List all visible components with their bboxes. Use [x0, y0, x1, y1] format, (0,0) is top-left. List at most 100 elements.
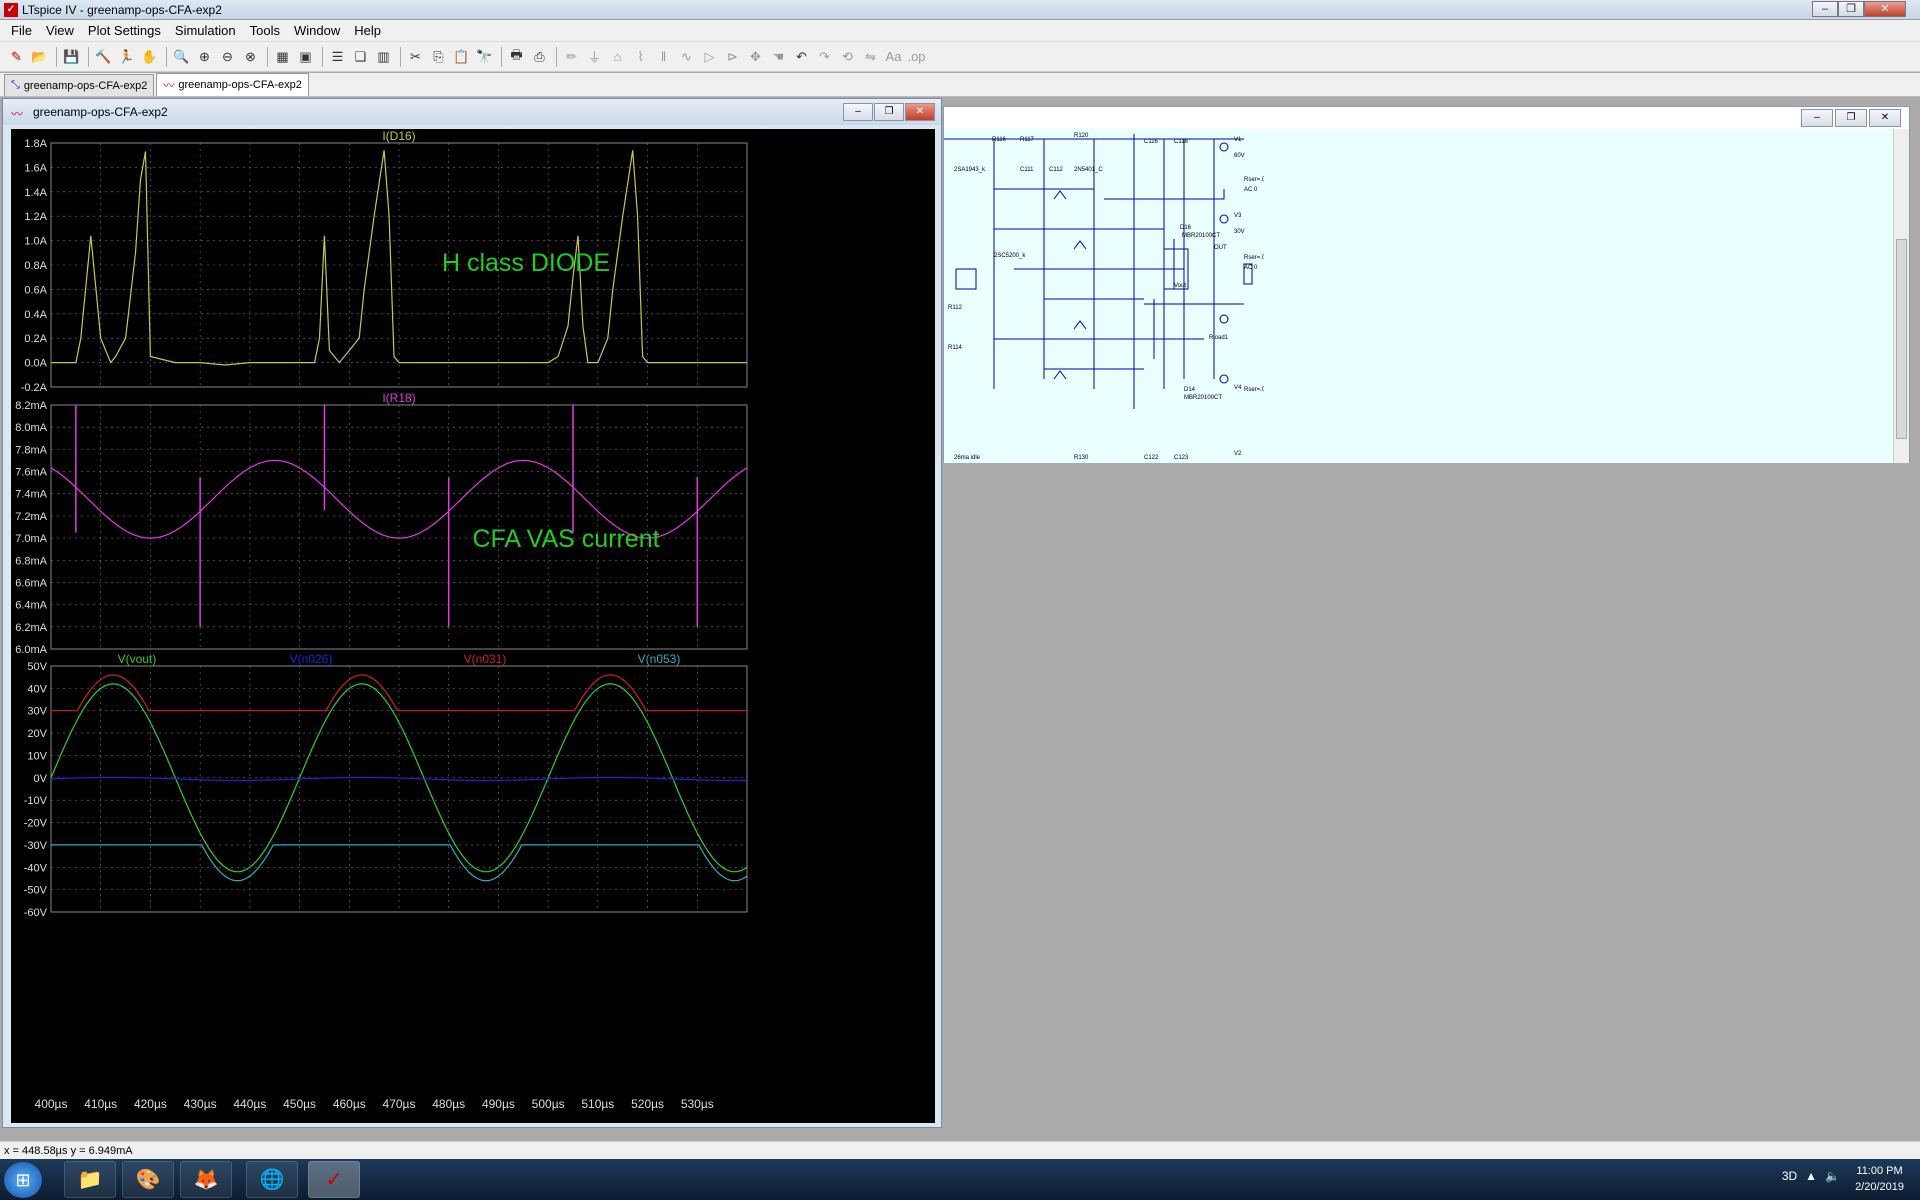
- move-icon[interactable]: ✥: [745, 46, 766, 67]
- scrollbar-thumb[interactable]: [1896, 239, 1907, 439]
- svg-text:R117: R117: [1020, 137, 1035, 143]
- print-setup-icon[interactable]: 🖶: [506, 46, 527, 67]
- zoom-area-icon[interactable]: 🔍: [171, 46, 192, 67]
- schematic-canvas[interactable]: R116 R117 R120 C116 C118 2SA1943_k C111 C112 2N…: [944, 129, 1894, 463]
- zoom-out-icon[interactable]: ⊖: [217, 46, 238, 67]
- menu-simulation[interactable]: Simulation: [168, 23, 243, 38]
- ltspice-taskbar-icon[interactable]: ✓: [308, 1161, 360, 1198]
- open-icon[interactable]: 📂: [29, 46, 50, 67]
- autorange-icon[interactable]: ▦: [272, 46, 293, 67]
- series-legend-label: V(n053): [638, 652, 681, 666]
- minimize-icon[interactable]: –: [1801, 109, 1833, 127]
- svg-text:V2: V2: [1234, 451, 1242, 457]
- svg-text:V1: V1: [1234, 137, 1242, 143]
- menu-tools[interactable]: Tools: [243, 23, 287, 38]
- restore-icon[interactable]: ❐: [874, 103, 904, 121]
- menubar: File View Plot Settings Simulation Tools…: [0, 20, 1920, 42]
- x-tick-label: 460µs: [333, 1097, 366, 1111]
- waveform-window[interactable]: 〰 greenamp-ops-CFA-exp2 – ❐ ✕ 1.8A 1.6A 1.…: [2, 98, 942, 1128]
- menu-plot-settings[interactable]: Plot Settings: [81, 23, 168, 38]
- copy-icon[interactable]: ⎘: [428, 46, 449, 67]
- clock-time: 11:00 PM: [1856, 1165, 1903, 1177]
- resistor-icon[interactable]: ⌇: [630, 46, 651, 67]
- waveform-window-title: greenamp-ops-CFA-exp2: [33, 105, 168, 119]
- y-tick-label: -60V: [24, 907, 48, 919]
- cascade-icon[interactable]: ❏: [350, 46, 371, 67]
- explorer-icon[interactable]: 📁: [64, 1161, 116, 1198]
- schematic-window-controls: – ❐ ✕: [1799, 109, 1901, 127]
- label-net-icon[interactable]: ⌂: [607, 46, 628, 67]
- volume-icon[interactable]: 🔈: [1825, 1169, 1840, 1183]
- capacitor-icon[interactable]: ‖: [653, 46, 674, 67]
- close-icon[interactable]: ✕: [1864, 1, 1906, 17]
- start-button[interactable]: ⊞: [4, 1162, 42, 1198]
- drag-icon[interactable]: ☚: [768, 46, 789, 67]
- waveform-window-titlebar[interactable]: 〰 greenamp-ops-CFA-exp2 – ❐ ✕: [3, 99, 941, 125]
- tile-vertical-icon[interactable]: ▥: [373, 46, 394, 67]
- menu-help[interactable]: Help: [347, 23, 388, 38]
- mirror-icon[interactable]: ⇋: [860, 46, 881, 67]
- y-tick-label: 30V: [27, 706, 47, 718]
- restore-icon[interactable]: ❐: [1835, 109, 1867, 127]
- close-icon[interactable]: ✕: [905, 103, 935, 121]
- paste-icon[interactable]: 📋: [451, 46, 472, 67]
- waveform-icon: 〰: [163, 80, 175, 92]
- y-tick-label: 6.4mA: [15, 600, 47, 612]
- svg-text:MBR20100CT: MBR20100CT: [1182, 233, 1220, 239]
- y-tick-label: 0.8A: [24, 260, 47, 272]
- svg-text:D14: D14: [1184, 387, 1196, 393]
- find-icon[interactable]: 🔭: [474, 46, 495, 67]
- zoom-in-icon[interactable]: ⊕: [194, 46, 215, 67]
- zoom-fit-icon[interactable]: ⊗: [240, 46, 261, 67]
- cut-icon[interactable]: ✂: [405, 46, 426, 67]
- minimize-icon[interactable]: –: [843, 103, 873, 121]
- series-legend-label: V(n031): [464, 652, 507, 666]
- close-icon[interactable]: ✕: [1869, 109, 1901, 127]
- tile-horizontal-icon[interactable]: ☰: [327, 46, 348, 67]
- inductor-icon[interactable]: ∿: [676, 46, 697, 67]
- rotate-icon[interactable]: ⟲: [837, 46, 858, 67]
- new-schematic-icon[interactable]: ✎: [6, 46, 27, 67]
- ground-icon[interactable]: ⏚: [584, 46, 605, 67]
- undo-icon[interactable]: ↶: [791, 46, 812, 67]
- clock[interactable]: 11:00 PM 2/20/2019: [1855, 1163, 1904, 1195]
- halt-icon[interactable]: ✋: [139, 46, 160, 67]
- spice-directive-icon[interactable]: .op: [906, 46, 927, 67]
- svg-text:26ma idle: 26ma idle: [954, 455, 981, 461]
- run-icon[interactable]: 🏃: [116, 46, 137, 67]
- firefox-icon[interactable]: 🦊: [180, 1161, 232, 1198]
- redo-icon[interactable]: ↷: [814, 46, 835, 67]
- svg-text:C112: C112: [1049, 167, 1064, 173]
- schematic-window[interactable]: – ❐ ✕ R116 R117 R120 C116 C118 2SA1943_k C111…: [943, 106, 1910, 463]
- y-tick-label: 40V: [27, 683, 47, 695]
- schematic-scrollbar[interactable]: [1893, 129, 1909, 463]
- svg-text:Rser=.06: Rser=.06: [1244, 177, 1264, 183]
- tab-schematic[interactable]: ⤡ greenamp-ops-CFA-exp2: [4, 74, 155, 96]
- tray-3d-icon[interactable]: 3D: [1782, 1169, 1797, 1183]
- menu-view[interactable]: View: [39, 23, 81, 38]
- paint-icon[interactable]: 🎨: [122, 1161, 174, 1198]
- network-icon[interactable]: ▲: [1805, 1169, 1817, 1183]
- plot-area[interactable]: 1.8A 1.6A 1.4A 1.2A 1.0A 0.8A 0.6A 0.4A 0.2A 0.0A…: [11, 129, 935, 1123]
- menu-file[interactable]: File: [4, 23, 39, 38]
- restore-icon[interactable]: ❐: [1838, 1, 1864, 17]
- marker-icon[interactable]: ▣: [295, 46, 316, 67]
- chrome-icon[interactable]: 🌐: [246, 1161, 298, 1198]
- text-icon[interactable]: Aa: [883, 46, 904, 67]
- menu-window[interactable]: Window: [287, 23, 347, 38]
- draw-wire-icon[interactable]: ✏: [561, 46, 582, 67]
- save-icon[interactable]: 💾: [61, 46, 82, 67]
- toolbar-separator: [400, 46, 401, 67]
- app-window-controls: – ❐ ✕: [1812, 1, 1906, 18]
- diode-icon[interactable]: ▷: [699, 46, 720, 67]
- minimize-icon[interactable]: –: [1812, 1, 1838, 17]
- y-tick-label: -20V: [24, 818, 48, 830]
- tab-waveform[interactable]: 〰 greenamp-ops-CFA-exp2: [156, 73, 309, 96]
- svg-text:60V: 60V: [1234, 153, 1245, 159]
- print-icon[interactable]: ⎙: [529, 46, 550, 67]
- svg-text:R130: R130: [1074, 455, 1089, 461]
- component-icon[interactable]: ⊳: [722, 46, 743, 67]
- svg-text:R112: R112: [948, 305, 963, 311]
- cursor-coordinates: x = 448.58µs y = 6.949mA: [4, 1145, 133, 1157]
- control-panel-icon[interactable]: 🔨: [93, 46, 114, 67]
